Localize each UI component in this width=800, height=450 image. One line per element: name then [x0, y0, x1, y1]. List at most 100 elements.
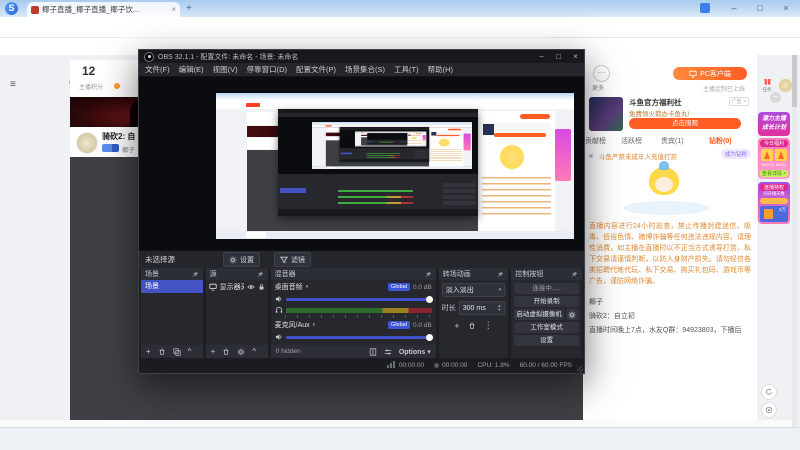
site-menu-icon[interactable]: ≡: [10, 79, 16, 90]
anchor-score-label: 主播积分: [79, 82, 103, 91]
window-close-button[interactable]: ×: [778, 3, 794, 13]
desktop-volume-slider[interactable]: [275, 295, 432, 303]
tab-contribution[interactable]: 贡献榜: [585, 136, 606, 146]
ad-cta-button[interactable]: 点击围观: [629, 118, 741, 129]
controls-dock-header[interactable]: 控制按钮: [511, 268, 582, 280]
obs-maximize-button[interactable]: □: [550, 52, 567, 61]
virtual-camera-button[interactable]: 启动虚拟摄像机: [514, 309, 564, 320]
scrollbar-thumb[interactable]: [792, 55, 797, 107]
scene-filters-icon[interactable]: [173, 348, 181, 356]
sources-dock-header[interactable]: 源: [206, 268, 268, 280]
source-item-display-capture[interactable]: 显示器采集1: [206, 280, 268, 293]
add-source-button[interactable]: +: [211, 347, 216, 356]
volume-track[interactable]: [286, 298, 432, 301]
sources-list[interactable]: 显示器采集1: [206, 280, 268, 345]
tab-diamond-fans[interactable]: 钻粉(0): [709, 136, 732, 146]
window-minimize-button[interactable]: –: [726, 3, 742, 13]
mini-meter-1: [367, 153, 401, 154]
remove-transition-icon[interactable]: [468, 322, 476, 330]
pc-client-button[interactable]: PC客户端: [673, 67, 747, 80]
tab-vip[interactable]: 贵宾(1): [661, 136, 684, 146]
browser-tab[interactable]: 椰子直播_椰子直播_椰子饮... ×: [27, 2, 180, 17]
page-scrollbar[interactable]: [792, 55, 797, 427]
menu-help[interactable]: 帮助(H): [428, 64, 453, 75]
window-maximize-button[interactable]: □: [752, 3, 768, 13]
transition-props-icon[interactable]: ⋮: [484, 320, 493, 331]
mixer-options-button[interactable]: Options ▾: [399, 348, 431, 356]
resize-grip[interactable]: [577, 366, 583, 372]
source-filters-button[interactable]: 滤镜: [274, 252, 311, 267]
daily-bonus-tag: 今日福利: [760, 140, 788, 147]
channel-menu-caret[interactable]: ▾: [306, 284, 309, 290]
become-fan-button[interactable]: 成为钻粉: [721, 149, 751, 159]
refresh-float-button[interactable]: [761, 384, 777, 400]
visibility-eye-icon[interactable]: [247, 283, 255, 291]
source-props-gear-icon[interactable]: [237, 348, 245, 356]
duration-stepper[interactable]: ▲▼: [497, 304, 501, 312]
menu-tools[interactable]: 工具(T): [394, 64, 419, 75]
tab-active[interactable]: 活跃榜: [621, 136, 642, 146]
advanced-audio-icon[interactable]: [384, 348, 392, 356]
obs-minimize-button[interactable]: –: [533, 52, 550, 61]
user-avatar[interactable]: [778, 78, 793, 93]
pin-icon[interactable]: [192, 271, 199, 278]
start-recording-button[interactable]: 开始录制: [514, 296, 579, 307]
volume-track[interactable]: [286, 336, 432, 339]
ad-badge[interactable]: 广告 ×: [729, 97, 749, 106]
score-info-icon[interactable]: [114, 83, 120, 89]
add-transition-button[interactable]: +: [454, 321, 459, 331]
mixer-dock-header[interactable]: 混音器: [271, 268, 436, 280]
source-properties-button[interactable]: 设置: [223, 252, 260, 267]
browser-panel-icon[interactable]: [700, 3, 710, 13]
mini-browser-chrome: [355, 131, 427, 132]
menu-scene-collection[interactable]: 场景集合(S): [345, 64, 385, 75]
add-scene-button[interactable]: +: [146, 347, 151, 356]
promo-collapse-icon[interactable]: –: [770, 92, 781, 103]
announcement-streamer: 椰子: [589, 297, 753, 307]
lock-icon[interactable]: [258, 283, 265, 291]
menu-docks[interactable]: 停靠窗口(D): [247, 64, 287, 75]
growth-plan-widget[interactable]: 潜力主播 成长计划 今日福利 5000万 500万 查看详情 > 连播特权 间开…: [758, 112, 790, 224]
streamer-avatar[interactable]: [76, 132, 98, 154]
studio-mode-button[interactable]: 工作室模式: [514, 322, 579, 333]
obs-close-button[interactable]: ×: [567, 52, 584, 61]
ad-card[interactable]: 斗鱼官方福利社 广告 × 免费领火箭办卡鱼丸! 点击围观: [589, 97, 751, 133]
channel-menu-caret[interactable]: ▾: [313, 322, 316, 328]
pin-icon[interactable]: [425, 271, 432, 278]
transitions-dock-header[interactable]: 转场动画: [439, 268, 509, 280]
scene-item-selected[interactable]: 场景: [141, 280, 203, 293]
scenes-list[interactable]: 场景: [141, 280, 203, 345]
virtual-camera-config-button[interactable]: [566, 309, 579, 320]
duration-input[interactable]: 300 ms ▲▼: [459, 301, 506, 315]
task-item[interactable]: 任务: [756, 77, 778, 93]
transition-type-select[interactable]: 淡入淡出 ▾: [442, 283, 506, 297]
tab-close-icon[interactable]: ×: [171, 5, 176, 14]
more-options-icon[interactable]: ⋯: [593, 65, 610, 82]
volume-knob[interactable]: [426, 296, 433, 303]
obs-preview-canvas[interactable]: [139, 77, 584, 250]
new-tab-button[interactable]: +: [186, 3, 192, 14]
scenes-dock-header[interactable]: 场景: [141, 268, 203, 280]
view-details-button[interactable]: 查看详情 >: [760, 170, 788, 177]
obs-settings-button[interactable]: 设置: [514, 335, 579, 346]
mic-volume-slider[interactable]: [275, 333, 432, 341]
obs-titlebar[interactable]: OBS 32.1.1 - 配置文件: 未命名 - 场景: 未命名 – □ ×: [139, 50, 584, 63]
source-up-button[interactable]: ^: [252, 347, 256, 356]
display-icon: [209, 283, 217, 291]
volume-knob[interactable]: [426, 334, 433, 341]
sogou-logo[interactable]: S: [5, 2, 18, 15]
start-streaming-button[interactable]: 连接中.....: [514, 283, 579, 294]
menu-view[interactable]: 视图(V): [213, 64, 238, 75]
vertical-layout-icon[interactable]: [369, 348, 377, 356]
feedback-float-button[interactable]: [761, 402, 777, 418]
menu-file[interactable]: 文件(F): [145, 64, 170, 75]
pin-icon[interactable]: [497, 271, 504, 278]
pin-icon[interactable]: [571, 271, 578, 278]
menu-profile[interactable]: 配置文件(P): [296, 64, 336, 75]
pin-icon[interactable]: [257, 271, 264, 278]
remove-scene-icon[interactable]: [158, 348, 166, 356]
menu-edit[interactable]: 编辑(E): [179, 64, 204, 75]
ad-close-icon[interactable]: ×: [743, 99, 746, 105]
scene-up-button[interactable]: ^: [188, 347, 192, 356]
remove-source-icon[interactable]: [222, 348, 230, 356]
